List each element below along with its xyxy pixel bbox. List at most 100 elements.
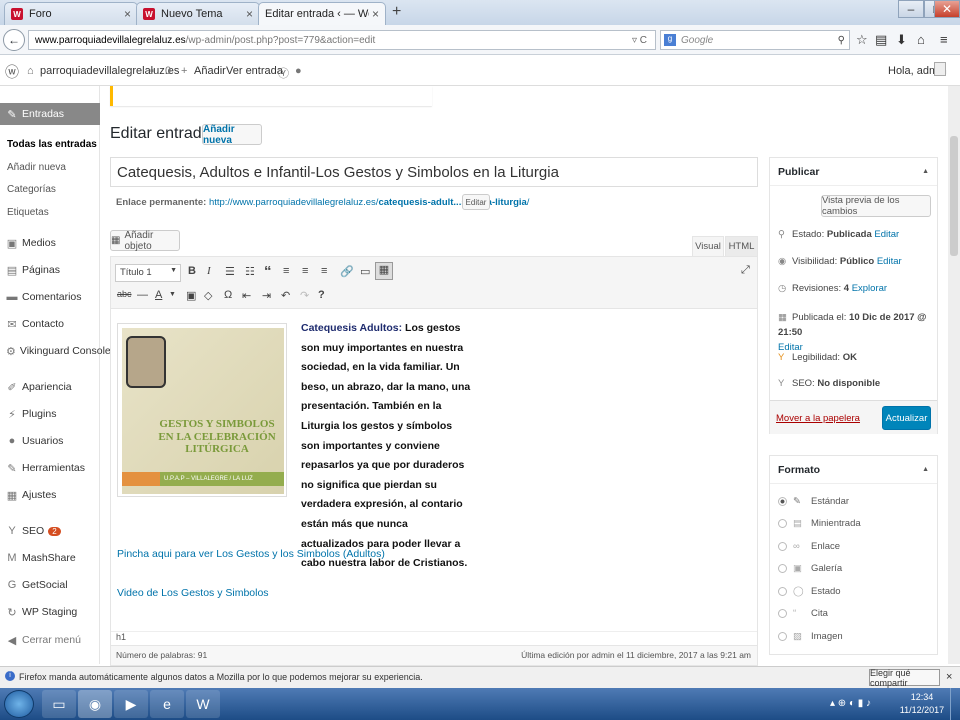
post-title-input[interactable]: Catequesis, Adultos e Infantil-Los Gesto… bbox=[110, 157, 758, 187]
radio[interactable] bbox=[778, 518, 787, 528]
tab-nuevo-tema[interactable]: W Nuevo Tema × bbox=[136, 2, 260, 25]
sidebar-item-comentarios[interactable]: ▬ Comentarios bbox=[0, 286, 100, 308]
indent-icon[interactable]: ⇥ bbox=[262, 289, 271, 302]
sidebar-sub-categorias[interactable]: Categorías bbox=[7, 184, 56, 195]
edit-status-link[interactable]: Editar bbox=[874, 229, 899, 240]
format-option-estandar[interactable]: ✎ Estándar bbox=[778, 496, 849, 507]
tray-icons[interactable]: ▴ ⊕ ◐ ▮ ♪ bbox=[830, 698, 871, 709]
media-player-icon[interactable]: ▶ bbox=[114, 690, 148, 718]
numbered-list-icon[interactable]: ☷ bbox=[245, 265, 255, 278]
close-tab-icon[interactable]: × bbox=[124, 7, 131, 21]
help-icon[interactable]: ? bbox=[318, 289, 325, 301]
close-icon[interactable]: × bbox=[946, 671, 952, 683]
sidebar-sub-anadir[interactable]: Añadir nueva bbox=[7, 162, 66, 173]
sidebar-item-usuarios[interactable]: ● Usuarios bbox=[0, 430, 100, 452]
adults-link[interactable]: Pincha aqui para ver Los Gestos y los Si… bbox=[117, 548, 385, 560]
horizontal-line-icon[interactable]: — bbox=[137, 289, 148, 301]
sidebar-item-plugins[interactable]: ⚡ Plugins bbox=[0, 403, 100, 425]
word-icon[interactable]: W bbox=[186, 690, 220, 718]
new-tab-button[interactable]: + bbox=[392, 3, 401, 21]
sidebar-item-herramientas[interactable]: ✎ Herramientas bbox=[0, 457, 100, 479]
align-left-icon[interactable]: ≡ bbox=[283, 265, 289, 277]
add-new-button[interactable]: Añadir nueva bbox=[202, 124, 262, 146]
strikethrough-icon[interactable]: abc bbox=[117, 289, 132, 299]
bold-icon[interactable]: B bbox=[188, 265, 196, 277]
sidebar-item-paginas[interactable]: ▤ Páginas bbox=[0, 259, 100, 281]
back-arrow-icon[interactable]: ← bbox=[3, 29, 25, 51]
add-media-button[interactable]: ▦ Añadir objeto bbox=[110, 230, 180, 252]
collapse-menu-button[interactable]: ◀ Cerrar menú bbox=[0, 629, 100, 651]
format-select[interactable]: Título 1 ▼ bbox=[115, 264, 181, 282]
sidebar-item-wpstaging[interactable]: ↻ WP Staging bbox=[0, 601, 100, 623]
sidebar-item-getsocial[interactable]: G GetSocial bbox=[0, 574, 100, 596]
internet-explorer-icon[interactable]: e bbox=[150, 690, 184, 718]
redo-icon[interactable]: ↷ bbox=[300, 289, 309, 302]
scrollbar-thumb[interactable] bbox=[950, 136, 958, 256]
paste-text-icon[interactable]: ▣ bbox=[186, 289, 196, 302]
radio-selected[interactable] bbox=[778, 496, 787, 506]
format-option-enlace[interactable]: ∞ Enlace bbox=[778, 541, 840, 552]
read-more-icon[interactable]: ▭ bbox=[360, 265, 370, 278]
view-post-link[interactable]: Ver entrada bbox=[226, 65, 283, 77]
clear-format-icon[interactable]: ◇ bbox=[204, 289, 212, 302]
radio[interactable] bbox=[778, 608, 787, 618]
sidebar-item-mashshare[interactable]: M MashShare bbox=[0, 547, 100, 569]
close-tab-icon[interactable]: × bbox=[246, 7, 253, 21]
undo-icon[interactable]: ↶ bbox=[281, 289, 290, 302]
choose-share-button[interactable]: Elegir qué compartir bbox=[869, 668, 940, 688]
preview-changes-button[interactable]: Vista previa de los cambios bbox=[821, 195, 931, 217]
align-right-icon[interactable]: ≡ bbox=[321, 265, 327, 277]
new-content-link[interactable]: Añadir bbox=[194, 65, 226, 77]
outdent-icon[interactable]: ⇤ bbox=[242, 289, 251, 302]
sidebar-sub-todas[interactable]: Todas las entradas bbox=[7, 139, 97, 150]
format-option-imagen[interactable]: ▨ Imagen bbox=[778, 631, 843, 642]
fullscreen-icon[interactable]: ⤢ bbox=[741, 264, 750, 277]
format-box-header[interactable]: Formato ▲ bbox=[770, 456, 937, 484]
text-color-icon[interactable]: A bbox=[155, 289, 162, 301]
post-body-text[interactable]: Catequesis Adultos: Los gestos son muy i… bbox=[301, 319, 471, 574]
minimize-icon[interactable]: – bbox=[898, 0, 924, 18]
comment-bubble-icon[interactable]: ▪ bbox=[150, 65, 154, 77]
sidebar-item-medios[interactable]: ▣ Medios bbox=[0, 232, 100, 254]
chevron-down-icon[interactable]: ▼ bbox=[169, 291, 176, 298]
radio[interactable] bbox=[778, 563, 787, 573]
clock-time[interactable]: 12:34 bbox=[902, 692, 942, 702]
page-scrollbar[interactable] bbox=[948, 86, 960, 664]
quote-icon[interactable]: “ bbox=[264, 263, 272, 280]
bullet-list-icon[interactable]: ☰ bbox=[225, 265, 235, 278]
sidebar-item-entradas[interactable]: ✎ Entradas bbox=[0, 103, 100, 125]
download-icon[interactable]: ⬇ bbox=[896, 32, 907, 48]
sidebar-item-contacto[interactable]: ✉ Contacto bbox=[0, 313, 100, 335]
wordpress-logo-icon[interactable]: ⓦ bbox=[5, 62, 19, 82]
radio[interactable] bbox=[778, 541, 787, 551]
avatar[interactable] bbox=[934, 62, 946, 76]
collapse-up-icon[interactable]: ▲ bbox=[922, 466, 929, 473]
italic-icon[interactable]: I bbox=[207, 265, 211, 277]
reading-list-icon[interactable]: ▤ bbox=[875, 32, 887, 48]
sidebar-sub-etiquetas[interactable]: Etiquetas bbox=[7, 207, 49, 218]
url-bar[interactable]: www.parroquiadevillalegrelaluz.es /wp-ad… bbox=[28, 30, 656, 50]
update-button[interactable]: Actualizar bbox=[882, 406, 931, 430]
reload-icon[interactable]: ▿ C bbox=[632, 35, 647, 46]
publish-box-header[interactable]: Publicar ▲ bbox=[770, 158, 937, 186]
format-option-cita[interactable]: “Cita bbox=[778, 608, 828, 619]
special-char-icon[interactable]: Ω bbox=[224, 289, 232, 301]
yoast-icon[interactable]: Ⓨ bbox=[278, 65, 289, 81]
radio[interactable] bbox=[778, 586, 787, 596]
format-option-estado[interactable]: ◯ Estado bbox=[778, 586, 841, 597]
tab-editar-entrada[interactable]: Editar entrada ‹ — WordPress × bbox=[258, 2, 386, 25]
show-desktop-button[interactable] bbox=[950, 688, 960, 720]
menu-icon[interactable]: ≡ bbox=[940, 32, 948, 47]
search-input[interactable]: g Google ⚲ bbox=[660, 30, 850, 50]
tab-foro[interactable]: W Foro × bbox=[4, 2, 138, 25]
close-window-icon[interactable]: ✕ bbox=[934, 0, 960, 18]
folder-icon[interactable]: ▭ bbox=[42, 690, 76, 718]
home-icon[interactable]: ⌂ bbox=[917, 32, 925, 47]
edit-visibility-link[interactable]: Editar bbox=[877, 256, 902, 267]
start-button[interactable] bbox=[4, 690, 34, 718]
radio[interactable] bbox=[778, 631, 787, 641]
sidebar-item-seo[interactable]: Y SEO 2 bbox=[0, 520, 100, 542]
search-icon[interactable]: ⚲ bbox=[838, 35, 845, 46]
move-to-trash-link[interactable]: Mover a la papelera bbox=[776, 413, 860, 424]
align-center-icon[interactable]: ≡ bbox=[302, 265, 308, 277]
